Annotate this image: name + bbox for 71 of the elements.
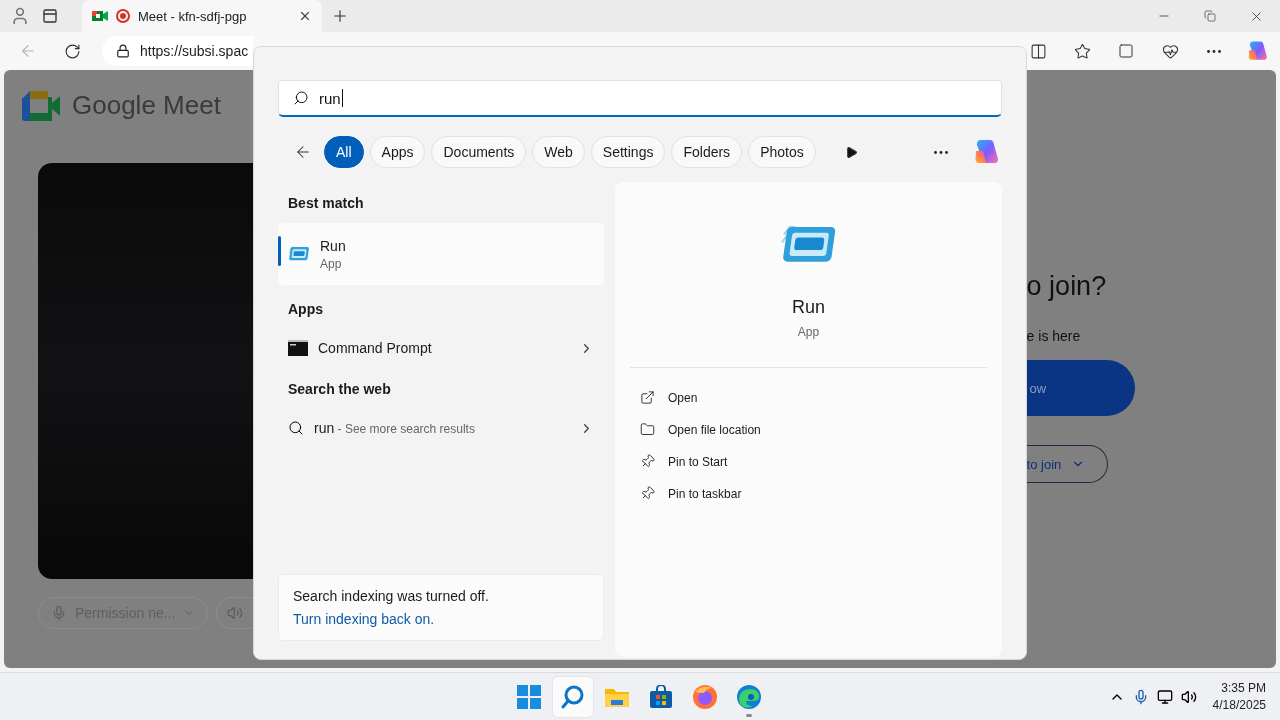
volume-icon[interactable] <box>1180 688 1197 705</box>
filter-chip[interactable]: Apps <box>369 136 426 168</box>
tab-panel-icon <box>42 8 58 24</box>
address-field[interactable]: https://subsi.spac <box>102 36 253 66</box>
section-header: Apps <box>287 300 324 319</box>
more-icon <box>1207 49 1221 53</box>
windows-icon <box>517 684 541 709</box>
plus-icon <box>331 7 349 25</box>
meet-title: Google Meet <box>72 90 221 121</box>
terminal-icon <box>288 340 308 356</box>
filter-chip[interactable]: Documents <box>431 136 527 168</box>
more-icon <box>934 150 948 154</box>
folder-icon <box>640 422 655 438</box>
search-icon <box>288 420 304 436</box>
wave-globe-icon <box>736 683 762 710</box>
filter-chip[interactable]: Photos <box>748 136 816 168</box>
profile-avatar-icon[interactable] <box>10 6 30 26</box>
speaker-icon <box>227 605 244 621</box>
browser-tab[interactable]: Meet - kfn-sdfj-pgp <box>82 0 322 32</box>
microphone-icon <box>51 605 67 621</box>
url-text: https://subsi.spac <box>140 43 249 59</box>
tab-title: Meet - kfn-sdfj-pgp <box>138 8 248 24</box>
run-app-icon <box>288 246 310 262</box>
selection-indicator <box>278 236 281 266</box>
lock-icon <box>116 44 130 58</box>
detail-subtitle: App <box>797 324 820 339</box>
join-heading: o join? <box>1026 271 1108 302</box>
run-app-icon <box>779 224 838 265</box>
square-icon <box>1118 43 1134 59</box>
meet-logo-icon <box>22 90 60 121</box>
filter-chip[interactable]: Web <box>532 136 585 168</box>
search-field[interactable]: run <box>278 80 1002 117</box>
detail-title: Run <box>792 296 825 318</box>
indexing-link[interactable]: Turn indexing back on. <box>293 611 589 627</box>
section-header: Best match <box>287 194 365 213</box>
copilot-icon[interactable] <box>1246 39 1270 63</box>
action-item[interactable]: Pin to taskbar <box>640 477 977 510</box>
app-result[interactable]: Command Prompt <box>278 329 604 367</box>
result-title: Run <box>320 237 347 254</box>
search-icon <box>293 90 309 106</box>
clock[interactable]: 3:35 PM 4/18/2025 <box>1212 681 1266 712</box>
filter-chip[interactable]: Folders <box>671 136 743 168</box>
meet-logo-icon <box>92 9 108 23</box>
open-external-icon <box>640 390 655 406</box>
action-item[interactable]: Open <box>640 381 977 414</box>
filter-chip[interactable]: All <box>324 136 364 168</box>
notice-text: Search indexing was turned off. <box>293 588 490 604</box>
join-button[interactable]: ow <box>1026 360 1135 416</box>
refresh-icon <box>63 42 81 60</box>
result-subtitle: App <box>320 256 343 271</box>
web-result[interactable]: run - See more search results <box>278 409 604 447</box>
running-indicator <box>746 713 752 717</box>
best-match-result[interactable]: Run App <box>278 223 604 285</box>
play-icon <box>845 145 859 159</box>
close-icon[interactable] <box>298 9 312 23</box>
action-item[interactable]: Open file location <box>640 413 977 446</box>
filter-chip[interactable]: Settings <box>590 136 666 168</box>
fox-globe-icon <box>692 683 718 710</box>
star-icon <box>1073 42 1091 60</box>
taskbar-app-button[interactable] <box>553 676 593 717</box>
join-subtext: e is here <box>1026 328 1082 344</box>
store-bag-icon <box>649 684 673 709</box>
search-icon <box>560 683 586 710</box>
heart-pulse-icon <box>1161 42 1179 60</box>
result-title: Command Prompt <box>318 340 433 356</box>
split-screen-icon <box>1029 42 1047 60</box>
action-item[interactable]: Pin to Start <box>640 445 977 478</box>
section-header: Search the web <box>287 380 392 399</box>
restore-icon <box>1204 10 1216 22</box>
network-icon[interactable] <box>1156 688 1173 705</box>
web-result-text: run - See more search results <box>314 420 476 436</box>
